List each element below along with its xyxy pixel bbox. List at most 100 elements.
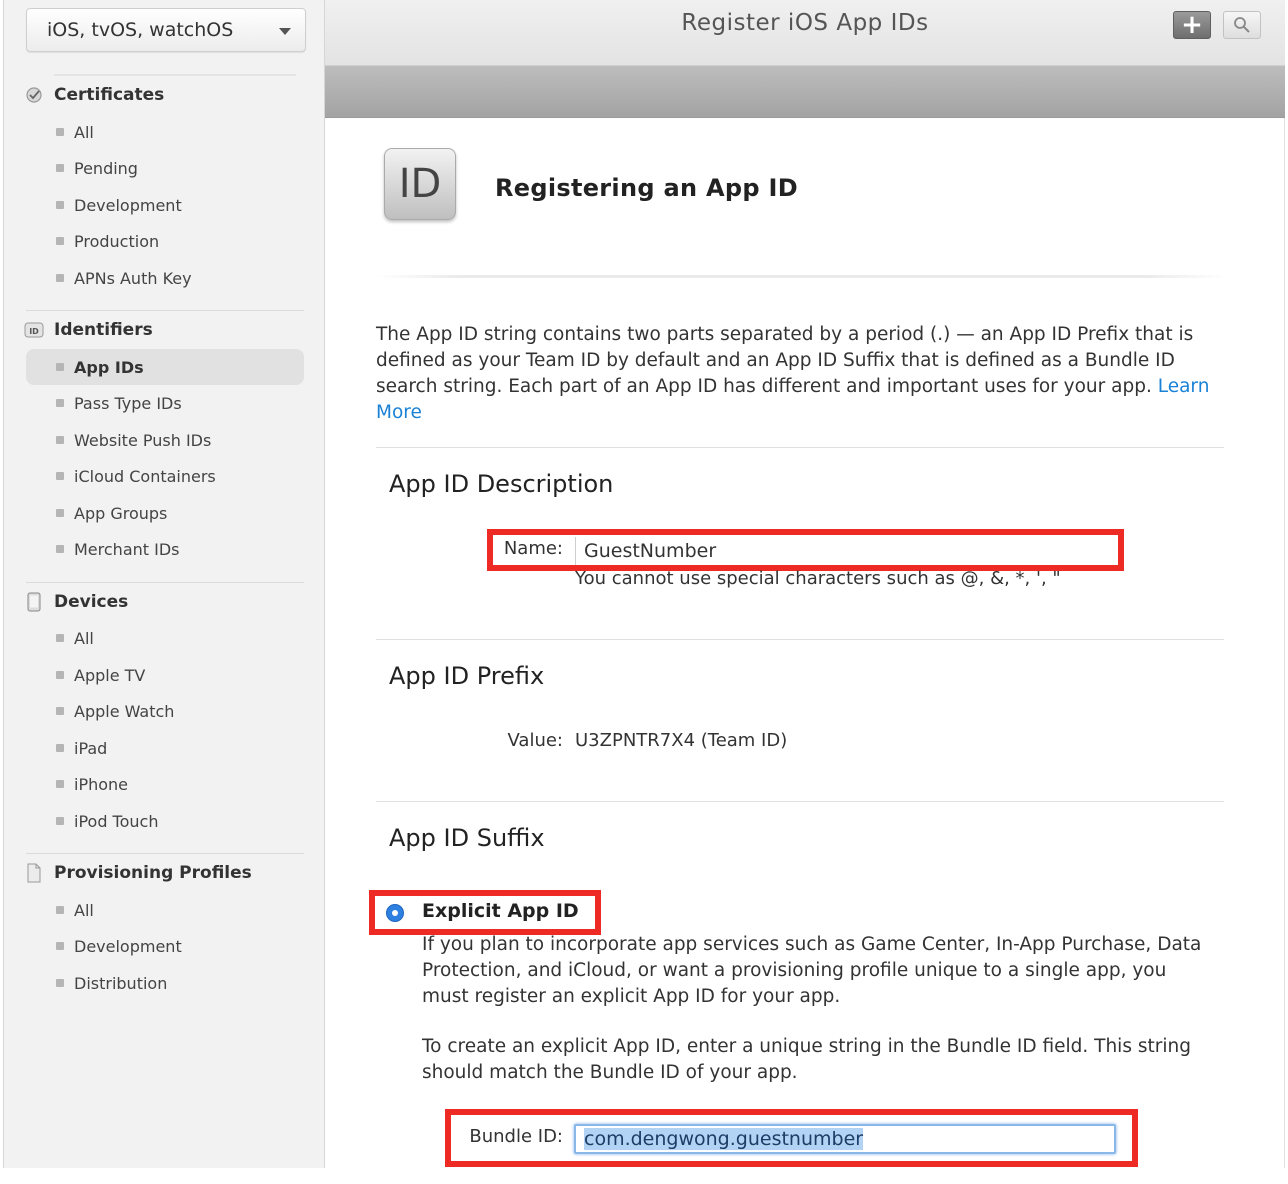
sidebar-item-ipod-touch[interactable]: iPod Touch xyxy=(26,803,304,839)
explicit-app-id-radio[interactable] xyxy=(386,904,404,922)
sidebar-item-label: iPhone xyxy=(74,774,129,794)
divider xyxy=(26,853,304,854)
bundle-id-label: Bundle ID: xyxy=(469,1126,563,1147)
explicit-description: If you plan to incorporate app services … xyxy=(422,934,1202,1007)
device-icon xyxy=(24,592,44,612)
explicit-instructions: To create an explicit App ID, enter a un… xyxy=(422,1036,1191,1083)
section-title-prefix: App ID Prefix xyxy=(389,662,545,690)
sidebar-item-label: All xyxy=(74,628,94,648)
prefix-value: U3ZPNTR7X4 (Team ID) xyxy=(575,730,788,751)
radio-dot-icon xyxy=(392,910,398,916)
sidebar-item-apple-tv[interactable]: Apple TV xyxy=(26,657,304,693)
id-badge-icon: ID xyxy=(24,320,44,340)
toolbar-title: Register iOS App IDs xyxy=(681,10,929,36)
bundle-id-value: com.dengwong.guestnumber xyxy=(584,1128,864,1150)
section-title: Identifiers xyxy=(54,320,153,340)
certificate-icon xyxy=(24,85,44,105)
bullet-icon xyxy=(56,509,64,517)
bullet-icon xyxy=(56,128,64,136)
bullet-icon xyxy=(56,363,64,371)
sidebar-item-merchant-ids[interactable]: Merchant IDs xyxy=(26,531,304,567)
divider xyxy=(376,801,1224,802)
section-title-description: App ID Description xyxy=(389,470,614,498)
sidebar-item-label: App IDs xyxy=(74,357,144,377)
sidebar-item-certificates-development[interactable]: Development xyxy=(26,187,304,223)
sidebar-item-certificates-apns[interactable]: APNs Auth Key xyxy=(26,260,304,296)
sidebar-item-app-groups[interactable]: App Groups xyxy=(26,495,304,531)
divider xyxy=(26,310,304,311)
sidebar-item-app-ids[interactable]: App IDs xyxy=(26,349,304,385)
search-button[interactable] xyxy=(1223,11,1261,39)
divider xyxy=(26,582,304,583)
divider xyxy=(54,74,296,76)
document-icon xyxy=(24,863,44,883)
section-devices: Devices xyxy=(24,590,128,614)
explicit-app-id-label[interactable]: Explicit App ID xyxy=(422,900,579,922)
sidebar-item-label: iCloud Containers xyxy=(74,466,216,486)
sidebar-item-label: Website Push IDs xyxy=(74,430,212,450)
sidebar-item-profiles-development[interactable]: Development xyxy=(26,928,304,964)
sidebar-item-label: All xyxy=(74,900,94,920)
platform-select[interactable]: iOS, tvOS, watchOS xyxy=(26,8,306,52)
divider xyxy=(1284,118,1285,1168)
bullet-icon xyxy=(56,399,64,407)
section-certificates: Certificates xyxy=(24,83,164,107)
section-title: Devices xyxy=(54,592,129,612)
subheader-bar xyxy=(325,66,1285,118)
sidebar-item-label: Development xyxy=(74,195,182,215)
sidebar-item-certificates-pending[interactable]: Pending xyxy=(26,150,304,186)
sidebar-item-iphone[interactable]: iPhone xyxy=(26,766,304,802)
bullet-icon xyxy=(56,942,64,950)
bullet-icon xyxy=(56,274,64,282)
sidebar-item-icloud-containers[interactable]: iCloud Containers xyxy=(26,458,304,494)
add-button[interactable]: + xyxy=(1173,11,1211,39)
section-provisioning-profiles: Provisioning Profiles xyxy=(24,861,252,885)
intro-text: The App ID string contains two parts sep… xyxy=(376,322,1216,426)
bullet-icon xyxy=(56,671,64,679)
sidebar-item-pass-type-ids[interactable]: Pass Type IDs xyxy=(26,385,304,421)
app-id-icon-text: ID xyxy=(398,161,442,207)
section-identifiers: ID Identifiers xyxy=(24,318,153,342)
bullet-icon xyxy=(56,164,64,172)
name-field[interactable]: GuestNumber xyxy=(575,537,1110,565)
app-id-icon: ID xyxy=(384,148,456,220)
sidebar-item-label: App Groups xyxy=(74,503,168,523)
bundle-id-field[interactable]: com.dengwong.guestnumber xyxy=(574,1124,1116,1154)
name-hint: You cannot use special characters such a… xyxy=(575,568,1061,589)
sidebar-item-label: All xyxy=(74,122,94,142)
bullet-icon xyxy=(56,472,64,480)
sidebar-item-website-push-ids[interactable]: Website Push IDs xyxy=(26,422,304,458)
plus-icon: + xyxy=(1181,10,1203,40)
sidebar-item-devices-all[interactable]: All xyxy=(26,620,304,656)
sidebar-item-ipad[interactable]: iPad xyxy=(26,730,304,766)
id-badge-text: ID xyxy=(29,327,39,336)
section-title: Provisioning Profiles xyxy=(54,863,252,883)
search-icon xyxy=(1234,17,1250,33)
bullet-icon xyxy=(56,634,64,642)
bullet-icon xyxy=(56,817,64,825)
sidebar-item-apple-watch[interactable]: Apple Watch xyxy=(26,693,304,729)
section-title: Certificates xyxy=(54,85,165,105)
bullet-icon xyxy=(56,707,64,715)
sidebar-item-label: Pending xyxy=(74,158,138,178)
bullet-icon xyxy=(56,744,64,752)
bullet-icon xyxy=(56,201,64,209)
toolbar: Register iOS App IDs + xyxy=(325,0,1285,66)
sidebar-item-certificates-production[interactable]: Production xyxy=(26,223,304,259)
intro-paragraph: The App ID string contains two parts sep… xyxy=(376,324,1194,397)
sidebar-item-label: Apple TV xyxy=(74,665,146,685)
sidebar-item-certificates-all[interactable]: All xyxy=(26,114,304,150)
divider xyxy=(376,639,1224,640)
sidebar-item-label: Merchant IDs xyxy=(74,539,180,559)
sidebar-item-profiles-distribution[interactable]: Distribution xyxy=(26,965,304,1001)
sidebar-item-label: Pass Type IDs xyxy=(74,393,182,413)
platform-select-label: iOS, tvOS, watchOS xyxy=(47,19,234,41)
divider xyxy=(376,447,1224,448)
divider xyxy=(376,275,1228,278)
sidebar-item-profiles-all[interactable]: All xyxy=(26,892,304,928)
name-label: Name: xyxy=(503,538,563,559)
bullet-icon xyxy=(56,436,64,444)
chevron-down-icon xyxy=(279,28,291,35)
bullet-icon xyxy=(56,906,64,914)
sidebar-item-label: Production xyxy=(74,231,160,251)
